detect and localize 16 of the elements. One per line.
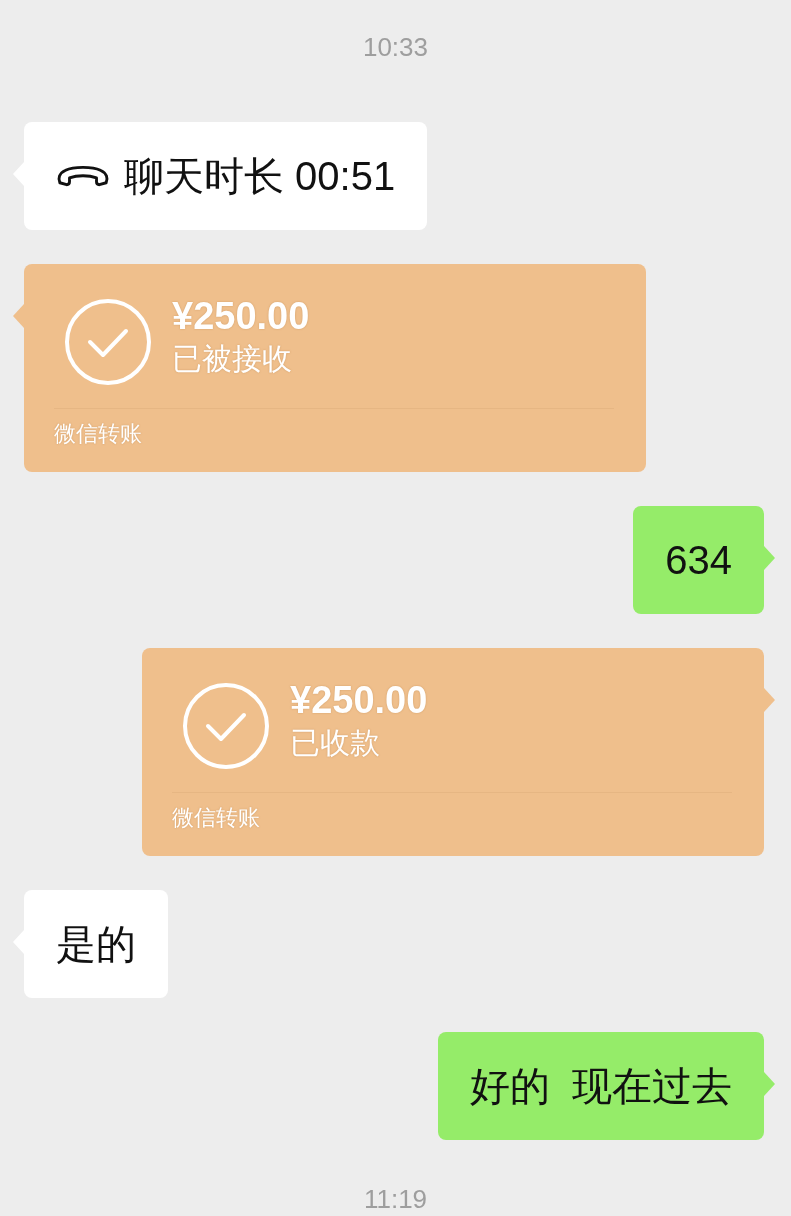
transfer-amount: ¥250.00 [172,294,310,339]
transfer-status: 已收款 [290,724,381,762]
transfer-amount: ¥250.00 [290,678,428,723]
transfer-status: 已被接收 [172,340,293,378]
hang-up-icon [56,163,110,189]
check-circle-icon [182,682,270,770]
message-bubble[interactable]: 是的 [24,890,168,998]
message-bubble[interactable]: 好的 现在过去 [437,1032,764,1140]
transfer-label: 微信转账 [172,804,261,832]
timestamp: 10:33 [362,31,429,64]
call-duration: 聊天时长 00:51 [124,153,396,200]
check-circle-icon [64,298,152,386]
message-bubble[interactable]: 634 [633,506,764,614]
timestamp: 11:19 [363,1183,428,1216]
transfer-label: 微信转账 [54,420,143,448]
call-bubble[interactable]: 聊天时长 00:51 [24,122,428,230]
